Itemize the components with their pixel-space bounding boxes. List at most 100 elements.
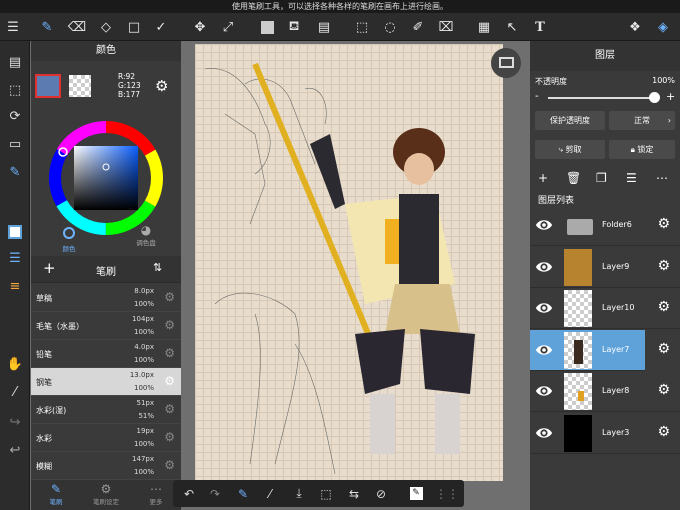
layer-gear-icon[interactable]: ⚙	[657, 299, 670, 315]
layer-gear-icon[interactable]: ⚙	[657, 382, 670, 398]
layer-gear-icon[interactable]: ⚙	[657, 258, 670, 274]
fill-color-icon[interactable]	[256, 16, 278, 38]
brush-item[interactable]: 水彩(湿) 51px 51% ⚙	[31, 396, 181, 424]
brush-gear-icon[interactable]: ⚙	[164, 318, 175, 332]
select-all-icon[interactable]: ⬚	[315, 483, 337, 504]
visibility-eye-icon[interactable]	[535, 341, 553, 359]
undo-icon[interactable]: ↶	[178, 483, 200, 504]
drawing-canvas[interactable]	[195, 44, 503, 481]
flip-horizontal-icon[interactable]: ⇆	[343, 483, 365, 504]
layer-row[interactable]: Layer7	[530, 329, 645, 371]
tab-brush-settings-label: 笔刷设定	[93, 498, 119, 506]
fill-eraser-icon[interactable]: ◇	[95, 16, 117, 38]
protect-alpha-button[interactable]: 保护透明度	[535, 111, 605, 130]
brush-panel: + 笔刷 ⇅ 草稿 8.0px 100% ⚙ 毛笔（水墨） 104px 100% ⚙ 铅笔 4.0…	[31, 256, 181, 510]
move-icon[interactable]: ✥	[189, 16, 211, 38]
bucket-icon[interactable]: ⛾	[283, 16, 305, 38]
rectangle-icon[interactable]: □	[123, 16, 145, 38]
tab-brush-settings[interactable]: ⚙ 笔刷设定	[87, 482, 125, 506]
page-icon[interactable]: ▤	[4, 51, 26, 73]
visibility-eye-icon[interactable]	[535, 216, 553, 234]
brush-item[interactable]: 毛笔（水墨） 104px 100% ⚙	[31, 312, 181, 340]
opacity-plus-button[interactable]: +	[666, 90, 675, 103]
opacity-slider-track[interactable]	[548, 97, 656, 99]
brush-item[interactable]: 草稿 8.0px 100% ⚙	[31, 284, 181, 312]
pen-tool-icon[interactable]: ✎	[4, 161, 26, 183]
visibility-eye-icon[interactable]	[535, 382, 553, 400]
redo-icon[interactable]: ↷	[204, 483, 226, 504]
sort-icon[interactable]: ⇅	[153, 261, 162, 274]
brush-icon[interactable]: ✎	[36, 16, 58, 38]
brush-item[interactable]: 钢笔 13.0px 100% ⚙	[31, 368, 181, 396]
selection-icon[interactable]: ⬚	[4, 79, 26, 101]
tab-brush[interactable]: ✎ 笔刷	[41, 482, 71, 506]
gradient-icon[interactable]: ▤	[313, 16, 335, 38]
transform-icon[interactable]: ⤢	[217, 16, 239, 38]
select-eraser-icon[interactable]: ⌧	[435, 16, 457, 38]
visibility-eye-icon[interactable]	[535, 424, 553, 442]
layer-panel-icon[interactable]: ≡	[4, 275, 26, 297]
materials-icon[interactable]: ❖	[624, 16, 646, 38]
select-rect-icon[interactable]: ⬚	[351, 16, 373, 38]
brush-gear-icon[interactable]: ⚙	[164, 290, 175, 304]
blend-mode-select[interactable]: 正常 ›	[609, 111, 675, 130]
panel-layout-icon[interactable]: ▦	[473, 16, 495, 38]
canvas-view-button[interactable]	[491, 48, 521, 78]
opacity-slider-thumb[interactable]	[649, 92, 660, 103]
save-icon[interactable]: ⤓	[288, 483, 310, 504]
visibility-eye-icon[interactable]	[535, 299, 553, 317]
eyedropper-icon[interactable]: ⁄	[259, 483, 281, 504]
brush-item[interactable]: 铅笔 4.0px 100% ⚙	[31, 340, 181, 368]
brush-opacity: 51%	[138, 412, 154, 420]
sub-color-swatch[interactable]	[69, 75, 91, 97]
ruler-icon[interactable]: ▭	[4, 133, 26, 155]
color-panel-icon[interactable]	[4, 221, 26, 243]
duplicate-layer-icon[interactable]: ❐	[596, 171, 607, 185]
layer-more-icon[interactable]: ⋯	[656, 171, 668, 185]
brush-gear-icon[interactable]: ⚙	[164, 402, 175, 416]
brush-item[interactable]: 水彩 19px 100% ⚙	[31, 424, 181, 452]
brush-gear-icon[interactable]: ⚙	[164, 374, 175, 388]
opacity-minus-button[interactable]: -	[535, 91, 539, 102]
brush-item[interactable]: 模糊 147px 100% ⚙	[31, 452, 181, 480]
add-layer-icon[interactable]: +	[538, 171, 548, 185]
select-pen-icon[interactable]: ✐	[407, 16, 429, 38]
clip-label: 剪取	[565, 145, 582, 154]
text-icon[interactable]: T	[529, 16, 551, 38]
main-color-swatch[interactable]	[35, 74, 61, 98]
r-value: R:92	[118, 72, 136, 81]
layers-icon[interactable]: ◈	[652, 16, 674, 38]
check-icon[interactable]: ✓	[150, 16, 172, 38]
brush-gear-icon[interactable]: ⚙	[164, 458, 175, 472]
grip-icon[interactable]: ⋮⋮	[435, 483, 459, 504]
brush-name: 铅笔	[36, 350, 52, 359]
rotate-icon[interactable]: ⟳	[4, 105, 26, 127]
menu-icon[interactable]: ☰	[2, 16, 24, 38]
rotate-lock-icon[interactable]: ⊘	[370, 483, 392, 504]
visibility-eye-icon[interactable]	[535, 258, 553, 276]
brush-list-icon[interactable]: ☰	[4, 247, 26, 269]
tab-color[interactable]: 颜色	[51, 224, 87, 253]
layer-gear-icon[interactable]: ⚙	[657, 216, 670, 232]
brush-gear-icon[interactable]: ⚙	[164, 430, 175, 444]
undo-icon[interactable]: ↩	[4, 439, 26, 461]
brush-swap-icon[interactable]: ✎	[232, 483, 254, 504]
lock-button[interactable]: 🔒︎ 锁定	[609, 140, 675, 159]
layer-list-icon[interactable]: ☰	[626, 171, 637, 185]
clip-button[interactable]: ⤷ 剪取	[535, 140, 605, 159]
hand-icon[interactable]: ✋	[4, 353, 26, 375]
layer-gear-icon[interactable]: ⚙	[657, 424, 670, 440]
tab-palette[interactable]: ◕ 调色盘	[128, 224, 164, 248]
redo-icon[interactable]: ↪	[4, 411, 26, 433]
layer-gear-icon[interactable]: ⚙	[657, 341, 670, 357]
brush-gear-icon[interactable]: ⚙	[164, 346, 175, 360]
select-lasso-icon[interactable]: ◌	[379, 16, 401, 38]
tab-more[interactable]: ⋯ 更多	[141, 482, 171, 506]
select-cursor-icon[interactable]: ↖	[501, 16, 523, 38]
color-settings-gear-icon[interactable]: ⚙	[155, 77, 168, 95]
color-wheel[interactable]	[48, 120, 164, 236]
eraser-icon[interactable]: ⌫	[66, 16, 88, 38]
edit-icon[interactable]: ✎	[405, 483, 427, 504]
eyedropper-icon[interactable]: ⁄	[4, 381, 26, 403]
delete-layer-icon[interactable]: 🗑︎	[566, 171, 581, 185]
